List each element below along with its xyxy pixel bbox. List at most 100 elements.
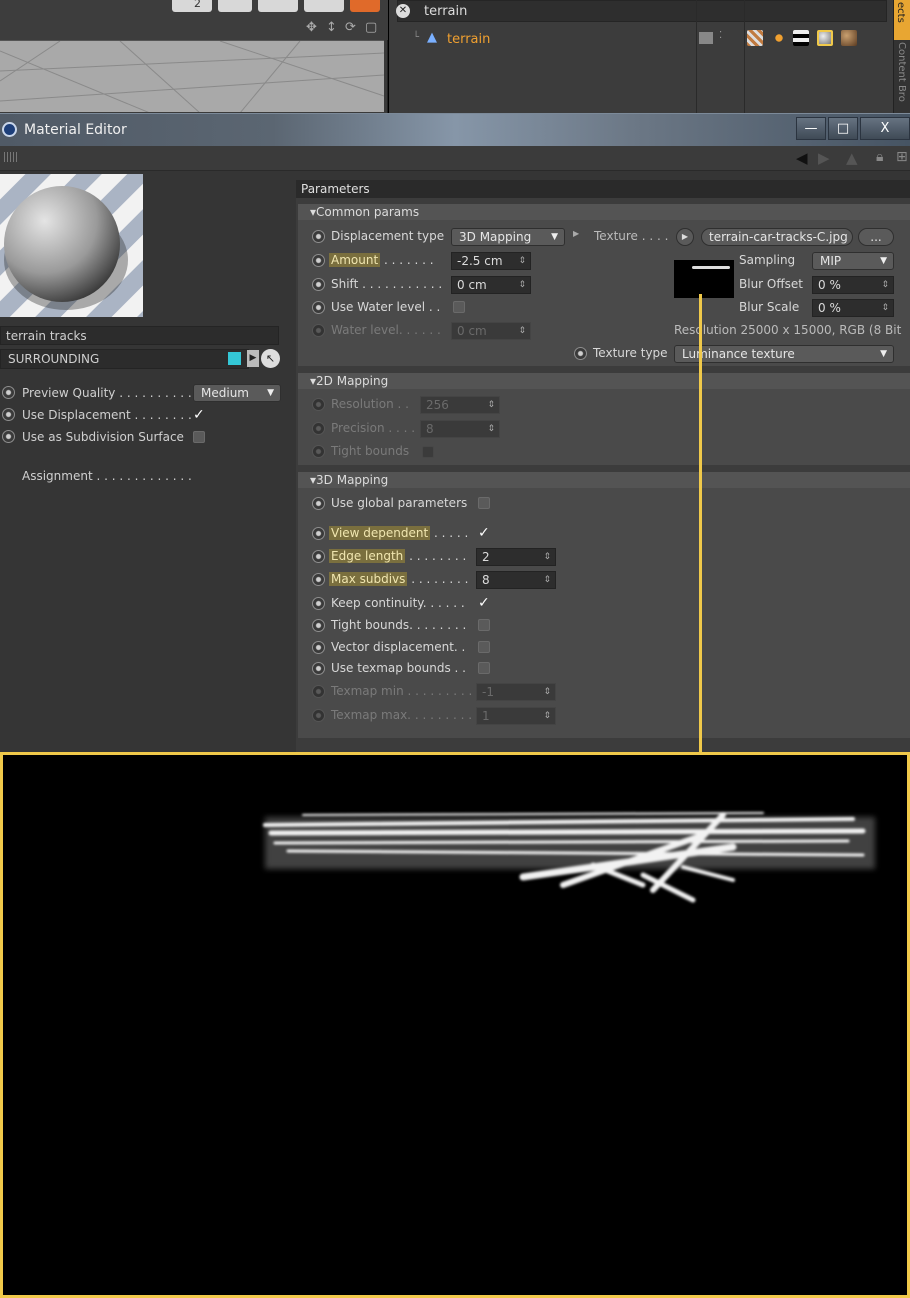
maximize-button[interactable]: □ (828, 117, 858, 140)
render-button[interactable] (258, 0, 298, 12)
texture-tag-icon[interactable] (747, 30, 763, 46)
material-editor-body: terrain tracks SURROUNDING ▶ ↖ Preview Q… (0, 171, 910, 752)
close-button[interactable]: X (860, 117, 910, 140)
material-tag-icon[interactable] (841, 30, 857, 46)
blur-scale-field[interactable]: 0 % ⇕ (812, 299, 894, 317)
view-dependent-checkbox[interactable]: ✓ (478, 526, 492, 540)
material-name-field[interactable]: terrain tracks (0, 326, 279, 345)
material-tag-selected-icon[interactable] (817, 30, 833, 46)
parameters-panel: Parameters ▾Common params Displacement t… (296, 180, 910, 752)
clear-search-icon[interactable]: ✕ (396, 4, 410, 18)
assignment-tab[interactable]: Assignment . . . . . . . . . . . . . (22, 467, 192, 485)
texture-tag-icon[interactable] (771, 30, 787, 46)
objects-tab[interactable]: ects (894, 0, 910, 40)
preview-quality-row: Preview Quality . . . . . . . . . . Medi… (0, 384, 282, 402)
object-search-field[interactable]: ✕ terrain (396, 0, 887, 22)
animate-radio-icon[interactable] (312, 619, 325, 632)
visibility-dots-icon[interactable]: ⁚ (719, 30, 722, 41)
checker-tag-icon[interactable] (793, 30, 809, 46)
texture-thumbnail[interactable] (674, 260, 734, 298)
mapping-2d-toggle[interactable]: ▾2D Mapping (298, 373, 910, 389)
up-arrow-icon[interactable]: ▲ (846, 149, 858, 167)
mapping-2d-section: ▾2D Mapping Resolution . . 256 ⇕ Precisio… (298, 373, 910, 465)
animate-radio-icon[interactable] (2, 408, 15, 421)
animate-radio-icon[interactable] (312, 254, 325, 267)
displacement-type-dropdown[interactable]: 3D Mapping ▼ (451, 228, 565, 246)
lock-icon[interactable]: 🔒︎ (876, 149, 883, 165)
tree-branch-icon: └ (413, 32, 420, 43)
resolution-info: Resolution 25000 x 15000, RGB (8 Bit (674, 323, 902, 337)
animate-radio-icon[interactable] (312, 597, 325, 610)
animate-radio-icon (312, 324, 325, 337)
animate-radio-icon[interactable] (2, 386, 15, 399)
texture-zoom-view (0, 752, 910, 1298)
preview-quality-dropdown[interactable]: Medium ▼ (193, 384, 281, 402)
keep-continuity-checkbox[interactable]: ✓ (478, 596, 492, 610)
common-params-toggle[interactable]: ▾Common params (298, 204, 910, 220)
sampling-label: Sampling (739, 253, 796, 267)
animate-radio-icon[interactable] (312, 278, 325, 291)
expand-arrow-icon[interactable]: ▶ (573, 229, 579, 238)
minimize-button[interactable]: — (796, 117, 826, 140)
move-view-icon[interactable]: ✥ (306, 20, 317, 35)
grip-icon[interactable] (4, 152, 18, 162)
preview-sphere-image (0, 174, 143, 317)
max-subdivs-field[interactable]: 8 ⇕ (476, 571, 556, 589)
material-type-field: SURROUNDING (0, 349, 249, 369)
material-preview[interactable] (0, 174, 143, 317)
tight-bounds-3d-checkbox[interactable] (478, 619, 490, 631)
texture-type-dropdown[interactable]: Luminance texture ▼ (674, 345, 894, 363)
maximize-view-icon[interactable]: ▢ (365, 20, 377, 35)
animate-radio-icon[interactable] (312, 497, 325, 510)
animate-radio-icon[interactable] (2, 430, 15, 443)
layer-icon[interactable] (699, 32, 713, 44)
mapping-3d-toggle[interactable]: ▾3D Mapping (298, 472, 910, 488)
animate-radio-icon[interactable] (312, 550, 325, 563)
render-queue-button[interactable] (350, 0, 380, 12)
terrain-object-icon: ▲ (427, 30, 437, 45)
viewport-3d[interactable] (0, 40, 384, 112)
rotate-view-icon[interactable]: ⟳ (345, 20, 356, 35)
animate-radio-icon[interactable] (574, 347, 587, 360)
material-editor-toolbar: ◀ ▶ ▲ 🔒︎ ⊞ (0, 146, 910, 171)
animate-radio-icon[interactable] (312, 662, 325, 675)
back-arrow-icon[interactable]: ◀ (796, 149, 808, 167)
zoom-view-icon[interactable]: ↕ (326, 20, 337, 35)
use-water-level-checkbox[interactable] (453, 301, 465, 313)
vector-displacement-checkbox[interactable] (478, 641, 490, 653)
content-browser-tab[interactable]: Content Bro (896, 42, 907, 102)
animate-radio-icon[interactable] (312, 230, 325, 243)
edge-length-field[interactable]: 2 ⇕ (476, 548, 556, 566)
type-color-swatch[interactable] (228, 352, 241, 365)
animate-radio-icon[interactable] (312, 573, 325, 586)
subdivision-row: Use as Subdivision Surface (0, 428, 282, 446)
thumbnail-tracks (692, 266, 730, 269)
viewport-view-button[interactable] (218, 0, 252, 12)
use-displacement-checkbox[interactable]: ✓ (193, 408, 207, 422)
animate-radio-icon[interactable] (312, 527, 325, 540)
object-name[interactable]: terrain (447, 32, 490, 47)
material-editor-titlebar[interactable]: Material Editor — □ X (0, 113, 910, 146)
object-row-terrain[interactable]: └ ▲ terrain ⁚ (389, 26, 889, 54)
cinema4d-logo-icon (2, 122, 17, 137)
subdivision-checkbox[interactable] (193, 431, 205, 443)
pick-cursor-icon[interactable]: ↖ (261, 349, 280, 368)
animate-radio-icon[interactable] (312, 641, 325, 654)
texture-play-icon[interactable]: ▶ (676, 228, 694, 246)
texture-file-field[interactable]: terrain-car-tracks-C.jpg (701, 228, 853, 246)
new-panel-icon[interactable]: ⊞ (896, 149, 908, 165)
animate-radio-icon[interactable] (312, 301, 325, 314)
use-global-parameters-checkbox[interactable] (478, 497, 490, 509)
use-texmap-bounds-checkbox[interactable] (478, 662, 490, 674)
texture-browse-button[interactable]: ... (858, 228, 894, 246)
blur-offset-field[interactable]: 0 % ⇕ (812, 276, 894, 294)
render-settings-button[interactable] (304, 0, 344, 12)
type-dropdown-arrow-icon[interactable]: ▶ (247, 350, 259, 367)
sampling-dropdown[interactable]: MIP ▼ (812, 252, 894, 270)
amount-field[interactable]: -2.5 cm ⇕ (451, 252, 531, 270)
animate-radio-icon (312, 398, 325, 411)
shift-field[interactable]: 0 cm ⇕ (451, 276, 531, 294)
viewport-arrow-button[interactable]: 2 (172, 0, 212, 12)
forward-arrow-icon[interactable]: ▶ (818, 149, 830, 167)
animate-radio-icon (312, 445, 325, 458)
